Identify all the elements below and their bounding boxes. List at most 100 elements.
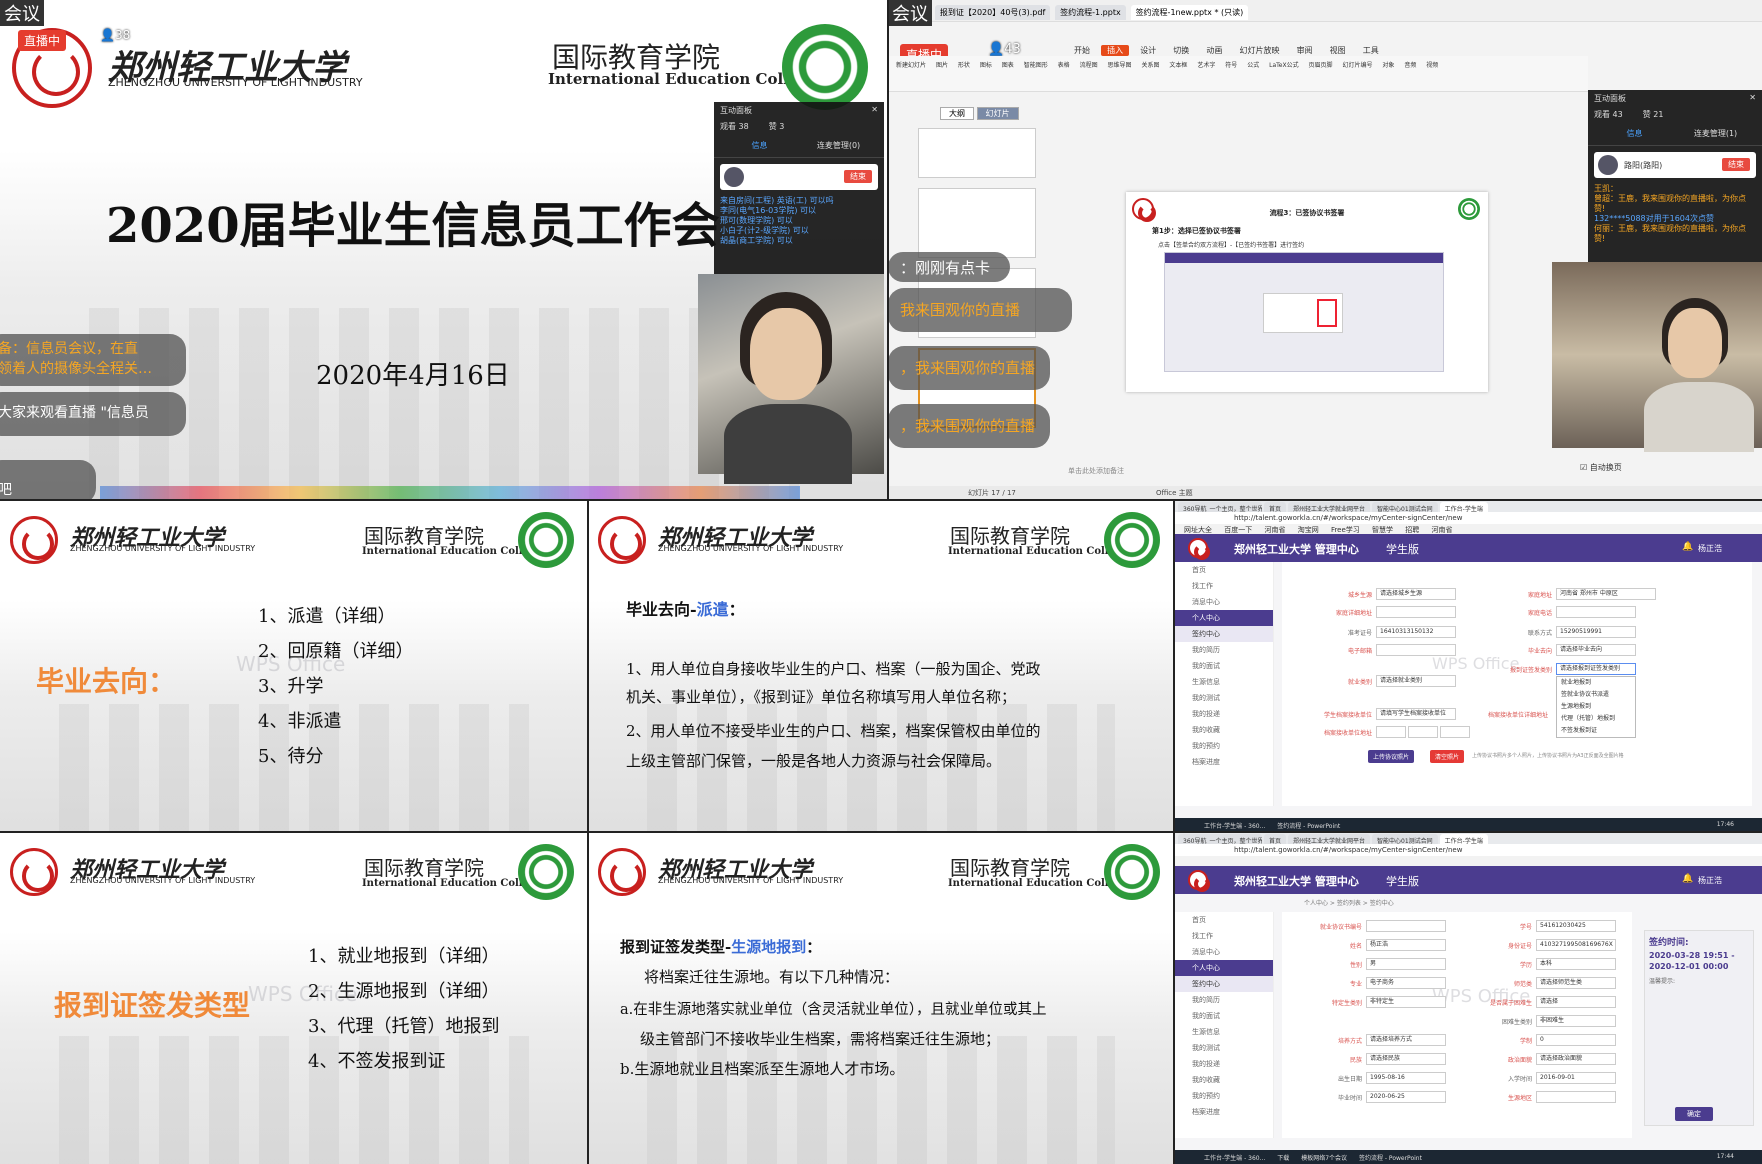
sidebar-item-active[interactable]: 个人中心 <box>1174 610 1273 626</box>
ribbon-item[interactable]: 图片 <box>936 62 948 69</box>
field-input[interactable]: 请填写学生档案接收单位 <box>1376 708 1456 720</box>
field-select[interactable]: 非困难生 <box>1536 1015 1616 1027</box>
slide-thumbnail[interactable] <box>918 128 1036 178</box>
sidebar-item[interactable]: 我的测试 <box>1174 1040 1273 1056</box>
field-select[interactable] <box>1440 726 1470 738</box>
ribbon-item[interactable]: 图标 <box>980 62 992 69</box>
ribbon-item[interactable]: 形状 <box>958 62 970 69</box>
file-tab-active[interactable]: 签约流程-1new.pptx * (只读) <box>1130 5 1249 20</box>
sidebar-item[interactable]: 消息中心 <box>1174 594 1273 610</box>
sidebar-item[interactable]: 我的收藏 <box>1174 1072 1273 1088</box>
sidebar-item-active[interactable]: 个人中心 <box>1174 960 1273 976</box>
field-select[interactable]: 请选择城乡生源 <box>1376 588 1456 600</box>
ribbon-item[interactable]: LaTeX公式 <box>1269 62 1298 69</box>
dropdown-option[interactable]: 代理（托管）地报到 <box>1557 713 1635 725</box>
field-input[interactable]: 0 <box>1536 1034 1616 1046</box>
bookmark[interactable]: 河南省 <box>1432 526 1453 534</box>
ribbon-item[interactable]: 流程图 <box>1080 62 1098 69</box>
bell-icon[interactable]: 🔔 <box>1682 874 1693 884</box>
tab-outline[interactable]: 大纲 <box>940 107 974 120</box>
browser-tab[interactable]: 首页 <box>1264 502 1287 512</box>
tab-messages[interactable]: 信息 <box>720 140 799 151</box>
sidebar-item[interactable]: 首页 <box>1174 562 1273 578</box>
ribbon-tab[interactable]: 幻灯片放映 <box>1233 45 1285 56</box>
ribbon-item[interactable]: 表格 <box>1058 62 1070 69</box>
field-input[interactable]: 1995-08-16 <box>1366 1072 1446 1084</box>
ribbon-item[interactable]: 新建幻灯片 <box>896 62 926 69</box>
url-input[interactable]: http://talent.goworkla.cn/#/workspace/my… <box>1234 514 1462 522</box>
ribbon-item[interactable]: 思维导图 <box>1108 62 1132 69</box>
ribbon-item[interactable]: 文本框 <box>1169 62 1187 69</box>
sidebar-item[interactable]: 找工作 <box>1174 578 1273 594</box>
tab-mic-management[interactable]: 连麦管理(1) <box>1675 128 1756 139</box>
field-select[interactable]: 请选择师范生类 <box>1536 977 1616 989</box>
ribbon-item[interactable]: 幻灯片编号 <box>1342 62 1372 69</box>
sidebar-item[interactable]: 我的预约 <box>1174 1088 1273 1104</box>
sidebar-item[interactable]: 档案进度 <box>1174 754 1273 770</box>
tab-messages[interactable]: 信息 <box>1594 128 1675 139</box>
upload-photo-button[interactable]: 上传协议照片 <box>1368 750 1415 763</box>
ribbon-item[interactable]: 图表 <box>1002 62 1014 69</box>
taskbar-item[interactable]: 工作台-学生端 - 360... <box>1204 1155 1265 1162</box>
checkbox-icon[interactable]: ☑ <box>1580 463 1587 472</box>
taskbar-item[interactable]: 模板网络7个会议 <box>1301 1155 1347 1162</box>
tab-mic-management[interactable]: 连麦管理(0) <box>799 140 878 151</box>
browser-tab[interactable]: 首页 <box>1264 834 1287 844</box>
field-input[interactable]: 杨正浩 <box>1366 939 1446 951</box>
ribbon-item[interactable]: 智能图形 <box>1024 62 1048 69</box>
dropdown-option[interactable]: 生源地报到 <box>1557 701 1635 713</box>
breadcrumb-item[interactable]: 个人中心 <box>1304 900 1328 907</box>
url-input[interactable]: http://talent.goworkla.cn/#/workspace/my… <box>1234 846 1462 854</box>
field-select[interactable]: 本科 <box>1536 958 1616 970</box>
ribbon-tab[interactable]: 工具 <box>1357 45 1385 56</box>
field-select[interactable]: 男 <box>1366 958 1446 970</box>
browser-tab[interactable]: 郑州轻工业大学就业网平台 <box>1288 834 1371 844</box>
bookmark[interactable]: 淘宝网 <box>1298 526 1319 534</box>
sidebar-item[interactable]: 档案进度 <box>1174 1104 1273 1120</box>
breadcrumb-item[interactable]: 签约列表 <box>1337 900 1361 907</box>
sidebar-item[interactable]: 我的面试 <box>1174 1008 1273 1024</box>
user-name[interactable]: 杨正浩 <box>1698 543 1722 554</box>
field-input[interactable]: 410327199508169676X <box>1536 939 1616 951</box>
field-select[interactable]: 请选择 <box>1536 996 1616 1008</box>
slide-thumbnail[interactable] <box>918 188 1036 258</box>
ribbon-item[interactable]: 音频 <box>1404 62 1416 69</box>
browser-tab-active[interactable]: 工作台-学生端 <box>1439 834 1488 844</box>
field-select[interactable]: 请选择就业类别 <box>1376 675 1456 687</box>
field-input[interactable]: 16410313150132 <box>1376 626 1456 638</box>
tab-slides[interactable]: 幻灯片 <box>976 107 1019 120</box>
bookmark[interactable]: 网址大全 <box>1184 526 1212 534</box>
field-input[interactable] <box>1556 606 1636 618</box>
field-input[interactable]: 15290519991 <box>1556 626 1636 638</box>
file-tab[interactable]: 报到证【2020】40号(3).pdf <box>934 5 1051 20</box>
field-select[interactable] <box>1536 1091 1616 1103</box>
sidebar-item[interactable]: 我的投递 <box>1174 706 1273 722</box>
ribbon-tab[interactable]: 开始 <box>1068 45 1096 56</box>
browser-tab[interactable]: 智能中心01测试合同 <box>1372 834 1438 844</box>
ribbon-tab[interactable]: 视图 <box>1324 45 1352 56</box>
field-input[interactable] <box>1376 606 1456 618</box>
ribbon-item[interactable]: 视频 <box>1426 62 1438 69</box>
browser-tab-active[interactable]: 工作台-学生端 <box>1439 502 1488 512</box>
sidebar-item[interactable]: 生源信息 <box>1174 674 1273 690</box>
bookmark[interactable]: Free学习 <box>1331 526 1360 534</box>
sidebar-item[interactable]: 我的简历 <box>1174 992 1273 1008</box>
bookmark[interactable]: 百度一下 <box>1224 526 1252 534</box>
ribbon-tab[interactable]: 切换 <box>1167 45 1195 56</box>
ribbon-item[interactable]: 艺术字 <box>1197 62 1215 69</box>
sidebar-item[interactable]: 找工作 <box>1174 928 1273 944</box>
bookmark[interactable]: 河南省 <box>1264 526 1285 534</box>
notes-hint[interactable]: 单击此处添加备注 <box>1068 466 1124 476</box>
sidebar-item[interactable]: 签约中心 <box>1174 976 1273 992</box>
dropdown-option[interactable]: 签就业协议书派遣 <box>1557 689 1635 701</box>
browser-tab[interactable]: 360导航_一个主页，整个世界 <box>1178 834 1262 844</box>
end-button[interactable]: 结束 <box>1722 158 1750 171</box>
ribbon-item[interactable]: 页眉页脚 <box>1309 62 1333 69</box>
browser-tab[interactable]: 智能中心01测试合同 <box>1372 502 1438 512</box>
sidebar-item[interactable]: 生源信息 <box>1174 1024 1273 1040</box>
taskbar-item[interactable]: 工作台-学生端 - 360... <box>1204 823 1265 830</box>
ribbon-item[interactable]: 公式 <box>1247 62 1259 69</box>
auto-page-toggle[interactable]: ☑ 自动换页 <box>1580 462 1622 473</box>
bell-icon[interactable]: 🔔 <box>1682 542 1693 552</box>
field-select[interactable]: 请选择毕业去向 <box>1556 644 1636 656</box>
